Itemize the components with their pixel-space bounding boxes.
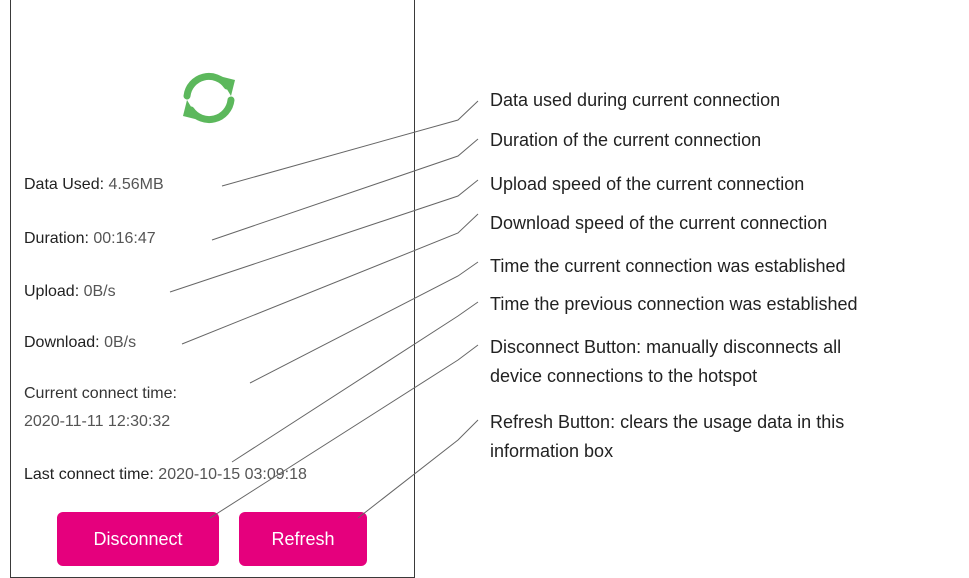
current-connect-time-label: Current connect time: — [24, 385, 177, 402]
annotation-disconnect-line2: device connections to the hotspot — [490, 366, 758, 386]
annotation-refresh-line1: Refresh Button: clears the usage data in… — [490, 412, 845, 432]
download-label: Download: — [24, 334, 100, 351]
disconnect-button[interactable]: Disconnect — [57, 512, 219, 566]
annotation-duration: Duration of the current connection — [490, 130, 762, 150]
data-used-value: 4.56MB — [108, 176, 164, 193]
annotation-disconnect-line1: Disconnect Button: manually disconnects … — [490, 337, 842, 357]
sync-icon[interactable] — [177, 66, 241, 130]
duration-row: Duration: 00:16:47 — [24, 230, 156, 248]
annotation-refresh-line2: information box — [490, 441, 614, 461]
last-connect-time-label: Last connect time: — [24, 466, 154, 483]
duration-value: 00:16:47 — [93, 230, 156, 247]
annotation-data-used: Data used during current connection — [490, 90, 781, 110]
last-connect-time-value: 2020-10-15 03:09:18 — [158, 466, 307, 483]
download-value: 0B/s — [104, 334, 137, 351]
upload-label: Upload: — [24, 283, 80, 300]
annotation-download: Download speed of the current connection — [490, 213, 828, 233]
upload-value: 0B/s — [83, 283, 116, 300]
last-connect-time-row: Last connect time: 2020-10-15 03:09:18 — [24, 466, 307, 484]
annotation-current-connect-time: Time the current connection was establis… — [490, 256, 846, 276]
refresh-button[interactable]: Refresh — [239, 512, 367, 566]
annotation-last-connect-time: Time the previous connection was establi… — [490, 294, 858, 314]
duration-label: Duration: — [24, 230, 89, 247]
data-used-row: Data Used: 4.56MB — [24, 176, 164, 194]
data-used-label: Data Used: — [24, 176, 105, 193]
current-connect-time-value: 2020-11-11 12:30:32 — [24, 413, 171, 430]
annotation-upload: Upload speed of the current connection — [490, 174, 805, 194]
download-row: Download: 0B/s — [24, 334, 136, 352]
upload-row: Upload: 0B/s — [24, 283, 116, 301]
